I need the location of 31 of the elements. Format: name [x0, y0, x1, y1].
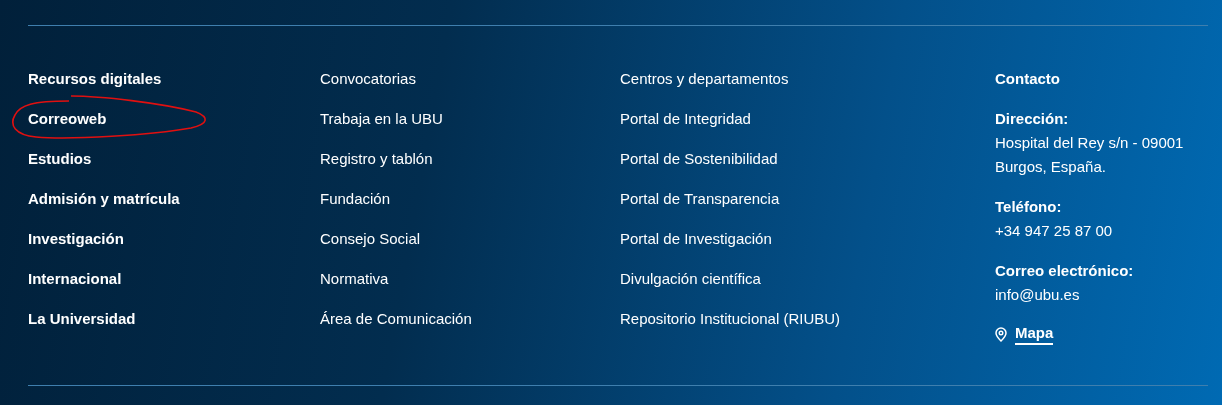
footer-link[interactable]: Admisión y matrícula	[28, 187, 180, 211]
contact-value: +34 947 25 87 00	[995, 221, 1113, 241]
footer-link[interactable]: Centros y departamentos	[620, 67, 789, 91]
footer-link[interactable]: Divulgación científica	[620, 267, 761, 291]
footer-link[interactable]: Correoweb	[28, 110, 107, 127]
footer-link[interactable]: Portal de Integridad	[620, 107, 751, 131]
footer-link[interactable]: Portal de Transparencia	[620, 187, 780, 211]
footer-link[interactable]: Investigación	[28, 227, 124, 251]
footer-link[interactable]: La Universidad	[28, 307, 136, 331]
footer-link[interactable]: Registro y tablón	[320, 147, 433, 171]
footer-link[interactable]: Portal de Investigación	[620, 227, 772, 251]
contact-label: Dirección:	[995, 109, 1069, 129]
footer-link[interactable]: Fundación	[320, 187, 391, 211]
contact-heading: Contacto	[995, 69, 1060, 89]
footer-link[interactable]: Repositorio Institucional (RIUBU)	[620, 307, 841, 331]
map-link[interactable]: Mapa	[1015, 323, 1054, 345]
contact-value: Hospital del Rey s/n - 09001	[995, 133, 1184, 153]
footer-link[interactable]: Trabaja en la UBU	[320, 107, 443, 131]
footer-link[interactable]: Consejo Social	[320, 227, 421, 251]
footer-link[interactable]: Portal de Sostenibilidad	[620, 147, 778, 171]
footer-link[interactable]: Área de Comunicación	[320, 307, 472, 331]
footer-link[interactable]: Estudios	[28, 147, 92, 171]
footer-link[interactable]: Internacional	[28, 267, 122, 291]
footer-link[interactable]: Convocatorias	[320, 67, 416, 91]
contact-label: Teléfono:	[995, 197, 1062, 217]
contact-value: Burgos, España.	[995, 157, 1106, 177]
location-pin-icon	[995, 326, 1007, 342]
contact-label: Correo electrónico:	[995, 261, 1134, 281]
contact-value: info@ubu.es	[995, 285, 1080, 305]
footer-link[interactable]: Recursos digitales	[28, 67, 162, 91]
footer-link[interactable]: Normativa	[320, 267, 389, 291]
